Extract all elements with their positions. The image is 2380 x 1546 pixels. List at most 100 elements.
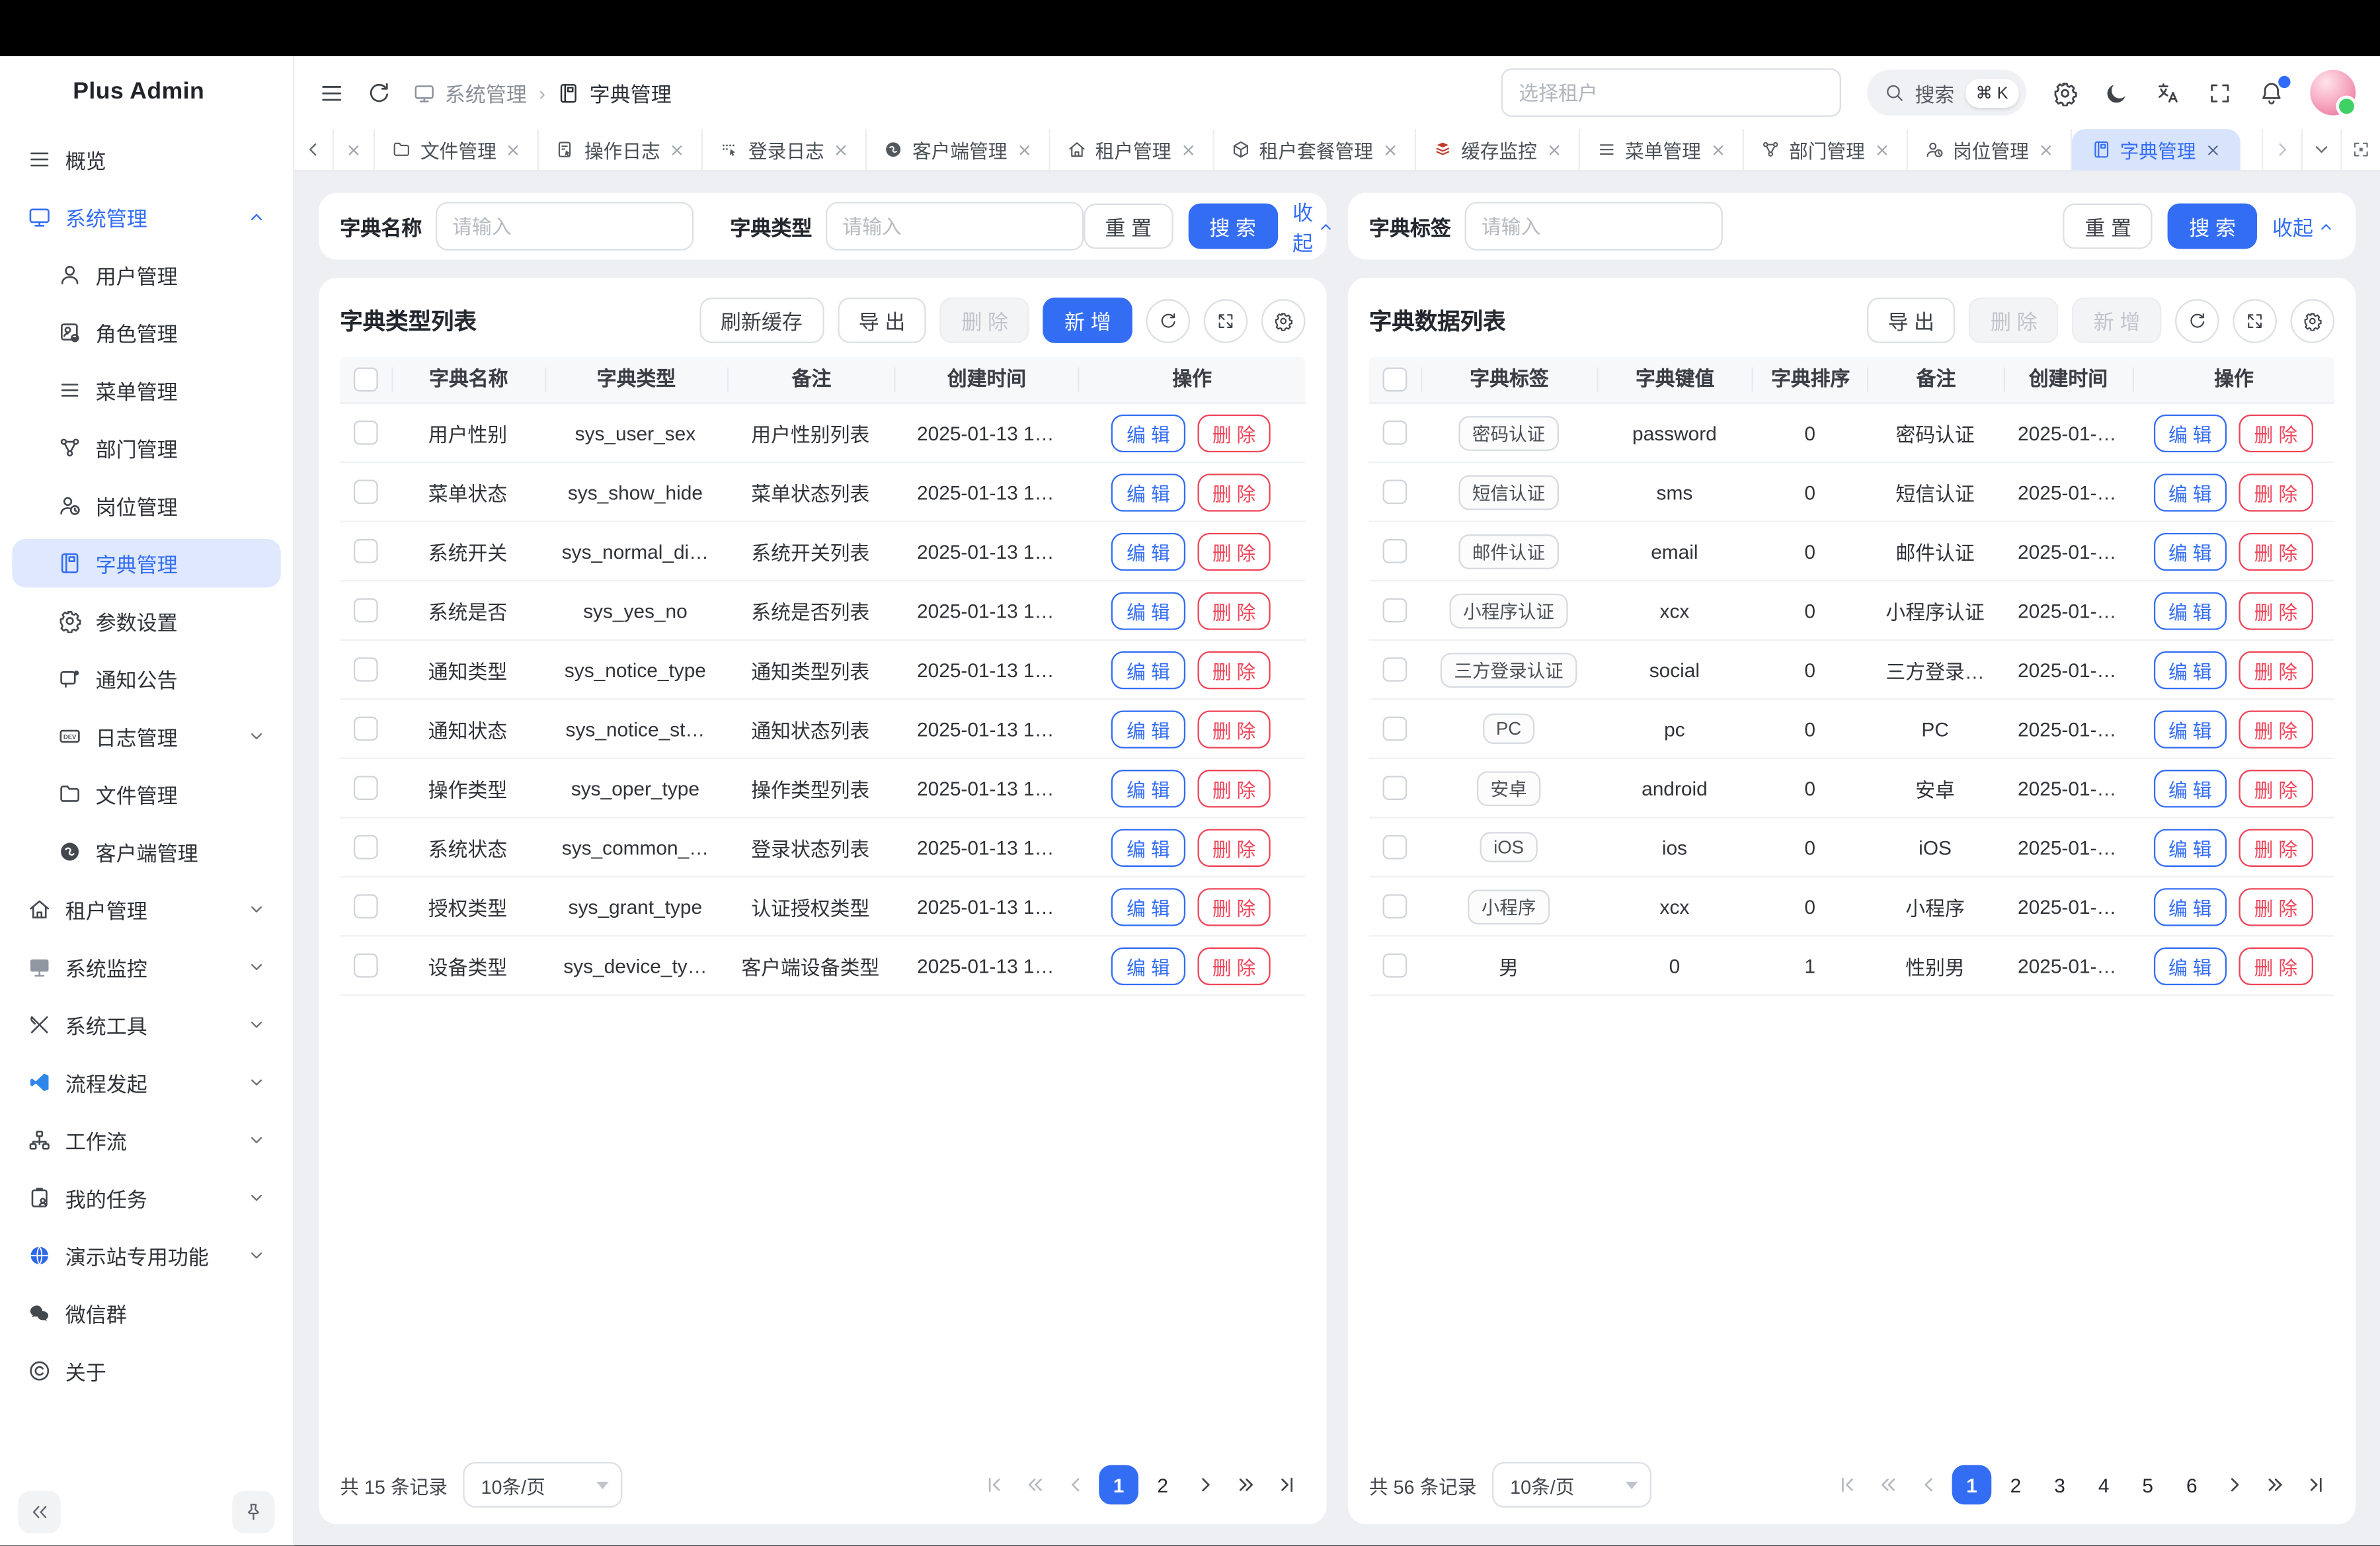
sidebar-item[interactable]: 文件管理 [12,770,280,818]
row-checkbox[interactable] [1383,421,1408,445]
sidebar-item[interactable]: 关于 [12,1346,280,1395]
export-button[interactable]: 导 出 [838,298,927,343]
row-checkbox[interactable] [354,894,378,918]
edit-button[interactable]: 编 辑 [2153,473,2227,510]
prev-page-button[interactable] [1058,1465,1094,1505]
page-number-button[interactable]: 1 [1099,1465,1138,1505]
tab-close-icon[interactable] [834,142,849,157]
row-checkbox[interactable] [1383,657,1408,682]
sidebar-item[interactable]: 菜单管理 [12,366,280,414]
sidebar-item[interactable]: 租户管理 [12,885,280,934]
delete-button[interactable]: 删 除 [1197,591,1271,629]
sidebar-item[interactable]: 参数设置 [12,596,280,645]
dict-label-input[interactable] [1465,202,1723,250]
fullscreen-button[interactable] [2207,80,2233,106]
row-checkbox[interactable] [354,421,378,445]
tab-close-icon[interactable] [2205,142,2220,157]
page-number-button[interactable]: 6 [2172,1465,2211,1505]
sidebar-item[interactable]: 客户端管理 [12,827,280,875]
delete-button[interactable]: 删 除 [2239,591,2313,629]
jump-back-button[interactable] [1870,1465,1907,1505]
tab-overflow-stub[interactable] [334,129,375,170]
tab-close-icon[interactable] [1874,142,1889,157]
tab[interactable]: 租户管理 [1050,129,1214,170]
sidebar-item[interactable]: 概览 [12,135,280,183]
table-settings-button[interactable] [2291,298,2335,343]
delete-button[interactable]: 删 除 [1197,473,1271,510]
edit-button[interactable]: 编 辑 [2153,532,2227,570]
tabs-menu-button[interactable] [2301,129,2341,170]
delete-button[interactable]: 删 除 [1197,414,1271,452]
delete-button[interactable]: 删 除 [1197,710,1271,747]
edit-button[interactable]: 编 辑 [1111,769,1185,807]
tab[interactable]: 字典管理 [2071,129,2240,170]
tenant-select-input[interactable] [1501,68,1841,116]
row-checkbox[interactable] [354,835,378,860]
delete-button[interactable]: 删 除 [1197,532,1271,570]
edit-button[interactable]: 编 辑 [1111,473,1185,510]
row-checkbox[interactable] [1383,776,1408,800]
edit-button[interactable]: 编 辑 [2153,591,2227,629]
sidebar-item[interactable]: 角色管理 [12,308,280,356]
reset-button[interactable]: 重 置 [1084,204,1173,249]
edit-button[interactable]: 编 辑 [1111,591,1185,629]
select-all-checkbox[interactable] [354,368,378,392]
row-checkbox[interactable] [1383,835,1408,860]
collapse-filter-link[interactable]: 收起 [2272,211,2334,241]
tab-close-icon[interactable] [1546,142,1562,157]
tab[interactable]: 文件管理 [375,129,539,170]
search-button[interactable]: 搜 索 [2168,204,2257,249]
page-size-select[interactable]: 10条/页 [1492,1462,1651,1508]
row-checkbox[interactable] [1383,894,1408,918]
table-fullscreen-button[interactable] [2233,298,2277,343]
delete-button[interactable]: 删 除 [2239,947,2313,985]
tab[interactable]: 客户端管理 [867,129,1050,170]
breadcrumb-item-current[interactable]: 字典管理 [557,77,671,108]
delete-button[interactable]: 删 除 [2239,710,2313,747]
settings-button[interactable] [2052,80,2078,106]
search-button[interactable]: 搜 索 [1188,204,1277,249]
row-checkbox[interactable] [1383,954,1408,978]
dark-mode-button[interactable] [2104,80,2129,106]
sidebar-item[interactable]: 系统监控 [12,943,280,991]
edit-button[interactable]: 编 辑 [2153,887,2227,925]
page-number-button[interactable]: 4 [2084,1465,2123,1505]
edit-button[interactable]: 编 辑 [2153,947,2227,985]
reset-button[interactable]: 重 置 [2063,204,2153,249]
sidebar-pin-button[interactable] [232,1491,274,1533]
table-settings-button[interactable] [1261,298,1306,343]
row-checkbox[interactable] [354,598,378,623]
sidebar-item[interactable]: 我的任务 [12,1174,280,1222]
page-number-button[interactable]: 2 [1143,1465,1183,1505]
delete-button[interactable]: 删 除 [2239,651,2313,688]
page-number-button[interactable]: 1 [1952,1465,1992,1505]
edit-button[interactable]: 编 辑 [1111,887,1185,925]
dict-name-input[interactable] [436,202,694,250]
delete-button[interactable]: 删 除 [2239,887,2313,925]
next-page-button[interactable] [2216,1465,2252,1505]
add-button[interactable]: 新 增 [1043,298,1132,343]
row-checkbox[interactable] [1383,480,1408,505]
row-checkbox[interactable] [354,539,378,563]
tab[interactable]: 菜单管理 [1579,129,1743,170]
table-fullscreen-button[interactable] [1204,298,1248,343]
menu-toggle-button[interactable] [319,80,344,106]
row-checkbox[interactable] [354,776,378,800]
page-size-select[interactable]: 10条/页 [463,1462,622,1508]
edit-button[interactable]: 编 辑 [2153,651,2227,688]
delete-button[interactable]: 删 除 [1197,769,1271,807]
delete-button[interactable]: 删 除 [1197,651,1271,688]
sidebar-item[interactable]: 演示站专用功能 [12,1231,280,1280]
delete-button[interactable]: 删 除 [2239,769,2313,807]
tabs-scroll-right-button[interactable] [2262,129,2301,170]
page-number-button[interactable]: 3 [2040,1465,2080,1505]
refresh-page-button[interactable] [366,80,391,106]
first-page-button[interactable] [976,1465,1012,1505]
sidebar-item[interactable]: 通知公告 [12,655,280,703]
jump-back-button[interactable] [1017,1465,1053,1505]
row-checkbox[interactable] [354,657,378,682]
row-checkbox[interactable] [354,717,378,741]
sidebar-item[interactable]: 用户管理 [12,251,280,299]
tab-close-icon[interactable] [1016,142,1031,157]
sidebar-item[interactable]: 系统工具 [12,1000,280,1049]
